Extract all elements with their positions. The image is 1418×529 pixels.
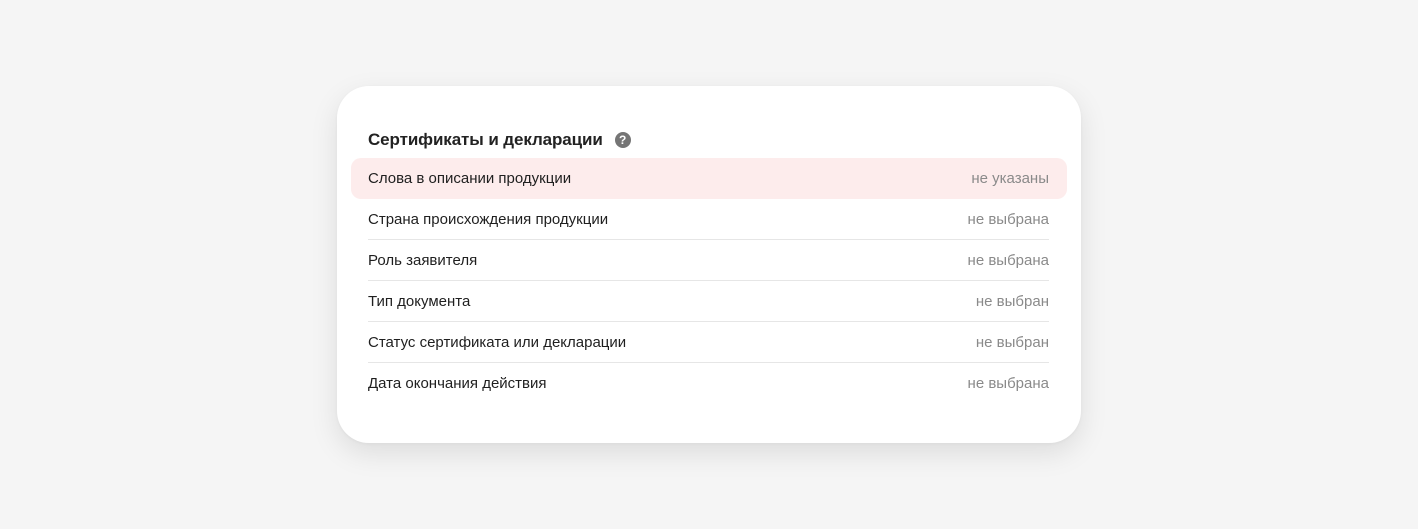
filter-value: не выбран xyxy=(975,334,1049,351)
section-header: Сертификаты и декларации ? xyxy=(368,127,631,153)
filter-value: не указаны xyxy=(971,170,1049,187)
filter-value: не выбрана xyxy=(967,375,1049,392)
section-title: Сертификаты и декларации xyxy=(368,130,603,149)
filter-row-applicant-role[interactable]: Роль заявителя не выбрана xyxy=(351,240,1067,281)
filter-value: не выбрана xyxy=(967,252,1049,269)
filter-row-expiration-date[interactable]: Дата окончания действия не выбрана xyxy=(351,363,1067,404)
filter-label: Дата окончания действия xyxy=(368,375,547,392)
filter-label: Слова в описании продукции xyxy=(368,170,572,187)
filter-row-product-description-words[interactable]: Слова в описании продукции не указаны xyxy=(351,158,1067,199)
certificates-card: Сертификаты и декларации ? Слова в описа… xyxy=(337,86,1081,443)
filter-label: Роль заявителя xyxy=(368,252,478,269)
filter-list: Слова в описании продукции не указаны Ст… xyxy=(351,158,1067,404)
filter-value: не выбран xyxy=(975,293,1049,310)
filter-value: не выбрана xyxy=(967,211,1049,228)
filter-row-country-of-origin[interactable]: Страна происхождения продукции не выбран… xyxy=(351,199,1067,240)
filter-label: Тип документа xyxy=(368,293,471,310)
filter-label: Статус сертификата или декларации xyxy=(368,334,627,351)
filter-row-document-type[interactable]: Тип документа не выбран xyxy=(351,281,1067,322)
question-circle-icon[interactable]: ? xyxy=(614,132,631,148)
filter-label: Страна происхождения продукции xyxy=(368,211,609,228)
filter-row-certificate-status[interactable]: Статус сертификата или декларации не выб… xyxy=(351,322,1067,363)
